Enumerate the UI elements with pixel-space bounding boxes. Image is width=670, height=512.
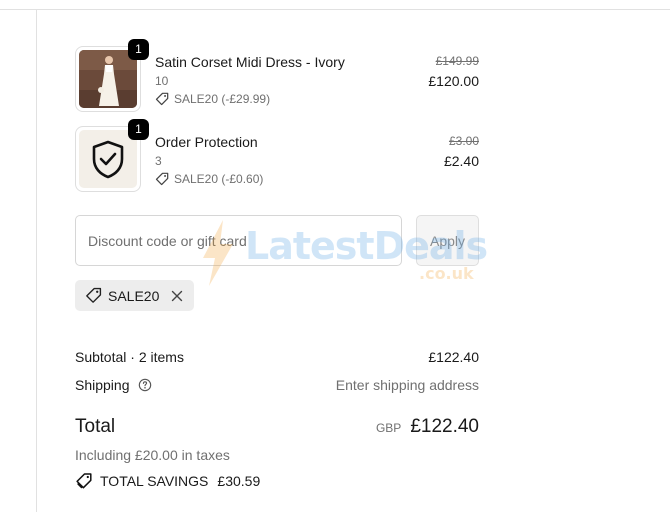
- close-icon[interactable]: [169, 288, 185, 304]
- total-value: £122.40: [410, 416, 479, 437]
- shipping-label: Shipping: [75, 377, 130, 393]
- tag-icon: [155, 92, 169, 106]
- shield-check-icon: [79, 130, 137, 188]
- shipping-value: Enter shipping address: [335, 377, 479, 393]
- quantity-badge: 1: [128, 39, 149, 60]
- shipping-label-group: Shipping: [75, 377, 152, 393]
- item-discount: SALE20 (-£29.99): [155, 92, 270, 106]
- dress-photo: [79, 50, 137, 108]
- item-original-price: £3.00: [448, 134, 479, 148]
- item-original-price: £149.99: [435, 54, 479, 68]
- applied-code-label: SALE20: [108, 287, 160, 304]
- product-thumbnail: 1: [75, 119, 149, 192]
- item-name: Satin Corset Midi Dress - Ivory: [155, 54, 345, 70]
- subtotal-row: Subtotal · 2 items £122.40: [75, 349, 479, 367]
- item-discount: SALE20 (-£0.60): [155, 172, 263, 186]
- item-price: £120.00: [428, 73, 479, 89]
- discount-code-input[interactable]: [75, 215, 402, 266]
- tags-icon: [76, 473, 92, 489]
- tag-icon: [86, 287, 102, 303]
- total-value-group: GBP £122.40: [376, 416, 479, 438]
- total-label: Total: [75, 416, 116, 437]
- apply-button[interactable]: Apply: [416, 215, 479, 266]
- shipping-row: Shipping Enter shipping address: [75, 377, 479, 395]
- product-thumbnail: 1: [75, 39, 149, 112]
- currency-code: GBP: [375, 421, 402, 435]
- savings-label: TOTAL SAVINGS: [100, 473, 209, 489]
- total-row: Total GBP £122.40: [75, 416, 479, 442]
- discount-form: Apply: [75, 215, 479, 266]
- item-name: Order Protection: [155, 134, 258, 150]
- quantity-badge: 1: [128, 119, 149, 140]
- item-variant: 10: [155, 74, 169, 88]
- taxes-note: Including £20.00 in taxes: [75, 447, 230, 463]
- item-discount-label: SALE20 (-£29.99): [174, 92, 271, 106]
- line-item: 1 Order Protection 3 SALE20 (-£0.60) £3.…: [75, 119, 479, 192]
- taxes-row: Including £20.00 in taxes: [75, 447, 479, 465]
- savings-value: £30.59: [217, 473, 261, 489]
- total-savings: TOTAL SAVINGS £30.59: [75, 472, 260, 490]
- line-item: 1 Satin Corset Midi Dress - Ivory 10 SAL…: [75, 39, 479, 112]
- item-discount-label: SALE20 (-£0.60): [174, 172, 264, 186]
- header-divider: [0, 9, 670, 10]
- item-variant: 3: [155, 154, 162, 168]
- column-divider: [36, 9, 37, 512]
- tag-icon: [155, 172, 169, 186]
- subtotal-value: £122.40: [428, 349, 479, 365]
- item-price: £2.40: [443, 153, 479, 169]
- help-icon[interactable]: [138, 378, 152, 392]
- applied-code-chip: SALE20: [75, 280, 195, 311]
- watermark-suffix: .co.uk: [419, 264, 474, 283]
- subtotal-label: Subtotal · 2 items: [75, 349, 184, 365]
